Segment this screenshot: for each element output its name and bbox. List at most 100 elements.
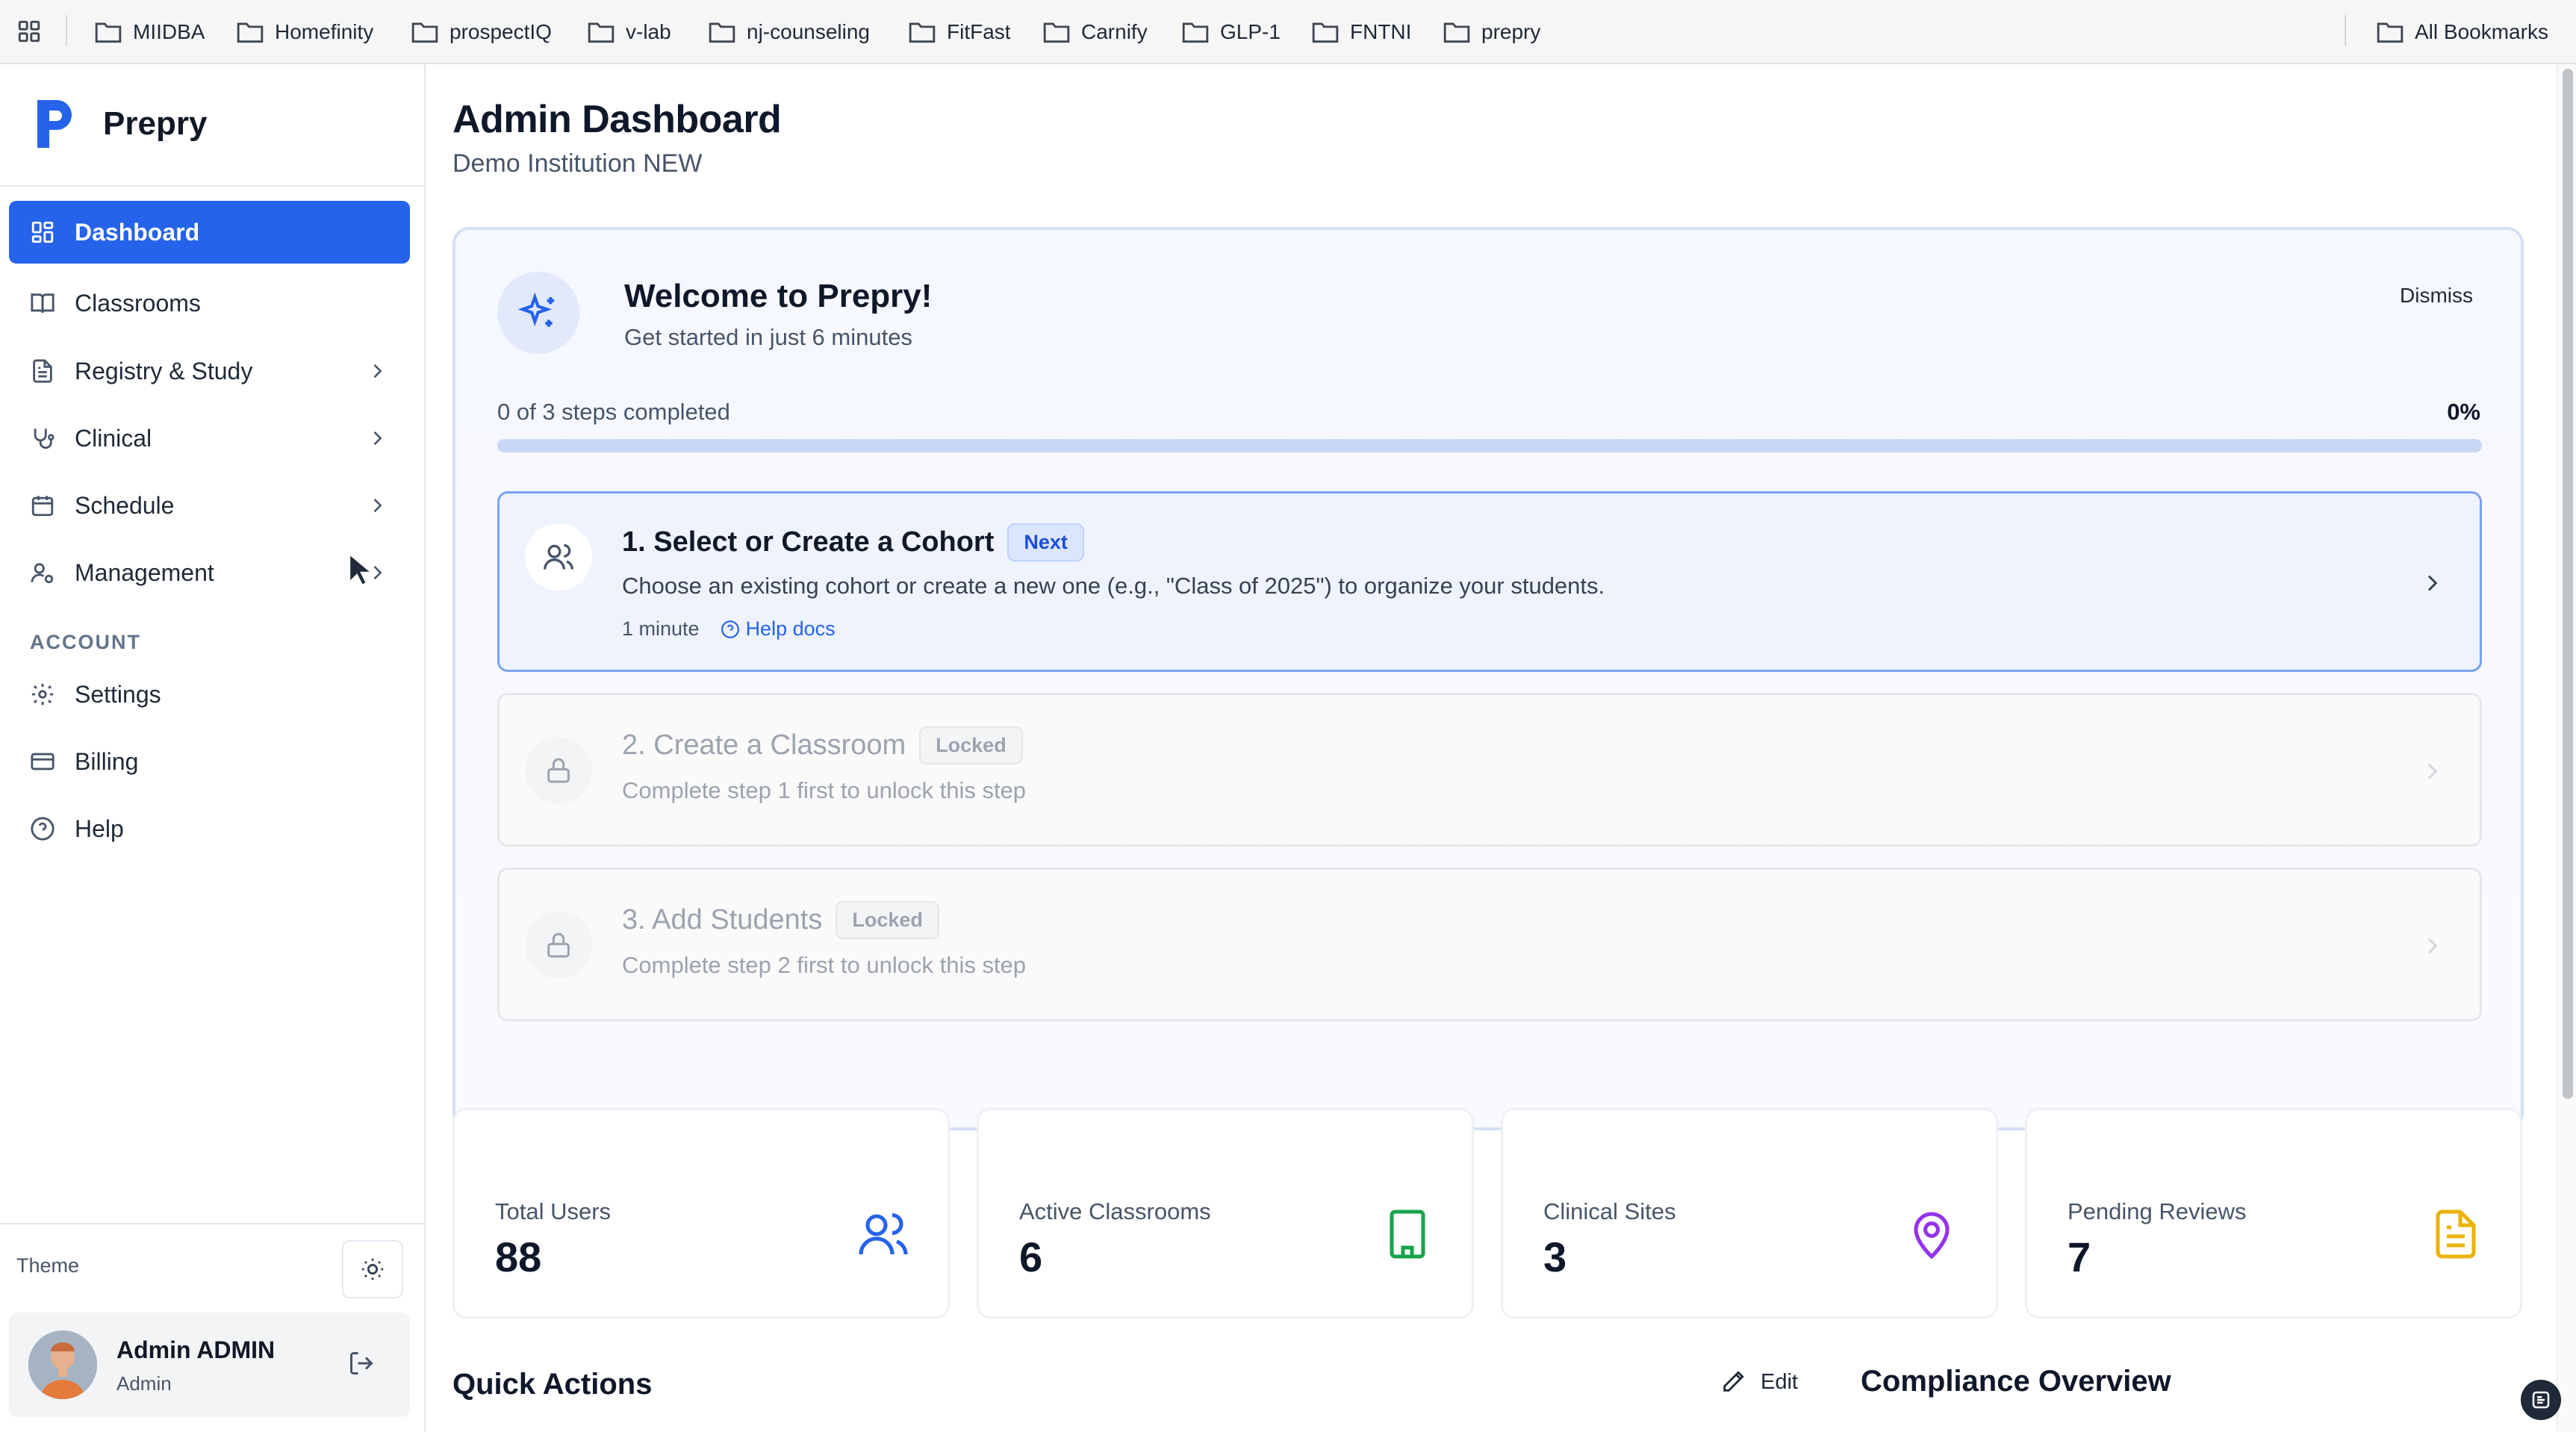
- sidebar-item-schedule[interactable]: Schedule: [9, 474, 410, 537]
- step-duration: 1 minute: [622, 617, 700, 640]
- stat-label: Clinical Sites: [1543, 1198, 1676, 1224]
- sidebar-item-billing[interactable]: Billing: [9, 730, 410, 793]
- stat-value: 6: [1019, 1233, 1043, 1280]
- folder-icon: [909, 22, 936, 43]
- stat-value: 88: [495, 1233, 542, 1280]
- bookmark-label: Homefinity: [275, 20, 374, 43]
- bookmark-label: Carnify: [1081, 20, 1148, 43]
- bookmark-label: nj-counseling: [747, 20, 870, 43]
- help-docs-link[interactable]: Help docs: [721, 617, 836, 641]
- chevron-right-icon: [2427, 575, 2438, 591]
- sidebar-divider: [0, 185, 424, 187]
- chevron-right-icon: [2427, 938, 2438, 954]
- dismiss-button[interactable]: Dismiss: [2400, 284, 2473, 308]
- file-text-icon: [33, 359, 52, 383]
- user-role: Admin: [116, 1372, 172, 1395]
- chevron-right-icon: [373, 364, 382, 379]
- sparkles-icon: [497, 272, 579, 354]
- bookmark-homefinity[interactable]: Homefinity: [236, 0, 373, 64]
- apps-grid-icon[interactable]: [16, 19, 42, 44]
- bookmark-nj-counseling[interactable]: nj-counseling: [708, 0, 870, 64]
- onboarding-step-3: 3. Add Students Locked Complete step 2 fi…: [497, 868, 2482, 1021]
- progress-percent: 0%: [2447, 399, 2480, 425]
- folder-icon: [2377, 22, 2404, 43]
- user-cog-icon: [31, 563, 54, 584]
- onboarding-step-2: 2. Create a Classroom Locked Complete ste…: [497, 693, 2482, 847]
- folder-icon: [95, 22, 122, 43]
- folder-icon: [1312, 22, 1339, 43]
- sidebar-item-clinical[interactable]: Clinical: [9, 407, 410, 470]
- quick-actions-title: Quick Actions: [452, 1368, 653, 1401]
- bookmark-glp-1[interactable]: GLP-1: [1181, 0, 1281, 64]
- bookmark-carnify[interactable]: Carnify: [1042, 0, 1148, 64]
- folder-icon: [1182, 22, 1209, 43]
- step-description: Complete step 2 first to unlock this ste…: [622, 952, 1027, 978]
- step-description: Choose an existing cohort or create a ne…: [622, 573, 1605, 599]
- step-meta: 1 minute Help docs: [622, 617, 836, 641]
- stat-card-active-classrooms[interactable]: Active Classrooms 6: [977, 1108, 1474, 1319]
- step-title-text: 3. Add Students: [622, 904, 823, 936]
- theme-label: Theme: [16, 1254, 80, 1277]
- bookmark-prepry[interactable]: prepry: [1443, 0, 1540, 64]
- chevron-right-icon: [2427, 763, 2438, 779]
- lock-icon: [525, 737, 592, 804]
- edit-quick-actions-button[interactable]: Edit: [1720, 1369, 1798, 1395]
- sidebar-item-help[interactable]: Help: [9, 797, 410, 860]
- chevron-right-icon: [373, 498, 382, 513]
- help-circle-icon: [31, 817, 55, 841]
- bookmark-miidba[interactable]: MIIDBA: [94, 0, 205, 64]
- sidebar-item-label: Registry & Study: [75, 357, 253, 385]
- sidebar-item-classrooms[interactable]: Classrooms: [9, 272, 410, 334]
- sidebar-divider: [0, 1223, 424, 1224]
- prepry-logo-icon: [37, 100, 72, 148]
- screen-capture-icon[interactable]: [2521, 1380, 2561, 1420]
- bookmark-fntni[interactable]: FNTNI: [1311, 0, 1411, 64]
- institution-name: Demo Institution NEW: [452, 149, 703, 178]
- sidebar-item-dashboard[interactable]: Dashboard: [9, 201, 410, 264]
- logout-icon[interactable]: [348, 1350, 375, 1377]
- calendar-icon: [31, 496, 54, 517]
- document-icon: [2436, 1210, 2476, 1259]
- brand-name: Prepry: [103, 105, 208, 142]
- onboarding-step-1[interactable]: 1. Select or Create a Cohort Next Choose …: [497, 491, 2482, 672]
- brand-logo[interactable]: Prepry: [33, 97, 207, 151]
- step-badge-locked: Locked: [919, 726, 1023, 765]
- bookmark-v-lab[interactable]: v-lab: [587, 0, 671, 64]
- bookmark-prospectiq[interactable]: prospectIQ: [411, 0, 552, 64]
- bookmark-label: GLP-1: [1220, 20, 1281, 43]
- folder-icon: [1043, 22, 1070, 43]
- bookmark-label: prepry: [1481, 20, 1541, 43]
- stat-card-clinical-sites[interactable]: Clinical Sites 3: [1501, 1108, 1998, 1319]
- stat-card-total-users[interactable]: Total Users 88: [452, 1108, 950, 1319]
- scrollbar-thumb[interactable]: [2563, 69, 2573, 1099]
- stat-label: Active Classrooms: [1019, 1198, 1211, 1224]
- sidebar-item-registry-study[interactable]: Registry & Study: [9, 340, 410, 402]
- sidebar-item-settings[interactable]: Settings: [9, 663, 410, 726]
- sidebar-item-label: Settings: [75, 680, 161, 708]
- stat-card-pending-reviews[interactable]: Pending Reviews 7: [2025, 1108, 2522, 1319]
- bookmarks-separator: [2345, 15, 2346, 46]
- folder-icon: [411, 22, 438, 43]
- stethoscope-icon: [34, 429, 55, 449]
- help-docs-label: Help docs: [745, 617, 836, 640]
- sidebar-item-label: Dashboard: [75, 218, 200, 246]
- theme-toggle-button[interactable]: [342, 1240, 403, 1298]
- all-bookmarks-button[interactable]: All Bookmarks: [2376, 0, 2548, 64]
- step-title: 3. Add Students Locked: [622, 901, 939, 939]
- step-title: 1. Select or Create a Cohort Next: [622, 523, 1084, 561]
- welcome-title: Welcome to Prepry!: [624, 278, 933, 314]
- user-name: Admin ADMIN: [116, 1336, 276, 1363]
- map-pin-icon: [1914, 1212, 1950, 1260]
- page-title: Admin Dashboard: [452, 98, 782, 141]
- main-content: Admin Dashboard Demo Institution NEW Wel…: [427, 64, 2555, 1432]
- bookmark-label: prospectIQ: [449, 20, 552, 43]
- chevron-right-icon: [373, 431, 382, 446]
- help-circle-icon: [721, 620, 739, 638]
- mouse-cursor-icon: [348, 552, 373, 587]
- user-profile-card[interactable]: Admin ADMIN Admin: [9, 1313, 410, 1417]
- stat-value: 7: [2068, 1233, 2091, 1280]
- dashboard-grid-icon: [31, 221, 54, 243]
- step-badge-locked: Locked: [836, 901, 939, 939]
- bookmark-fitfast[interactable]: FitFast: [908, 0, 1011, 64]
- page-scrollbar[interactable]: [2557, 64, 2576, 1432]
